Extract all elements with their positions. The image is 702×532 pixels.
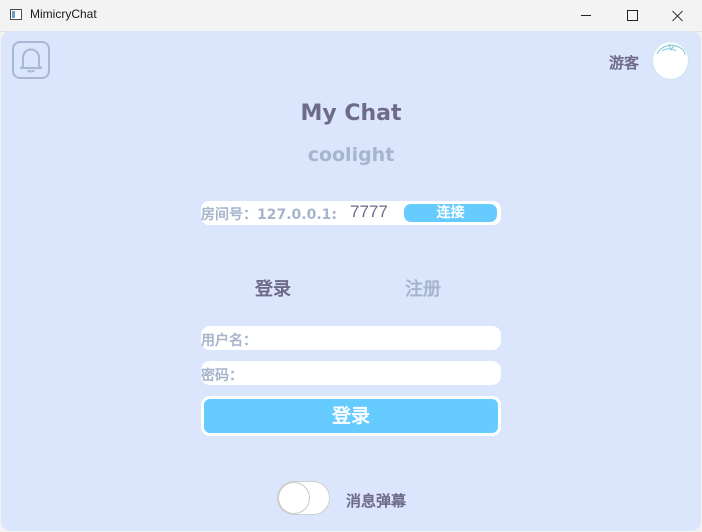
- room-port-input[interactable]: 7777: [350, 202, 388, 222]
- room-bar: 房间号：127.0.0.1: 7777 连接: [201, 201, 501, 225]
- app-window-icon: [10, 9, 22, 20]
- tab-register[interactable]: 注册: [405, 275, 441, 301]
- username-field[interactable]: 用户名：: [201, 326, 501, 350]
- connect-button[interactable]: 连接: [404, 204, 497, 222]
- close-button[interactable]: [655, 0, 701, 31]
- tab-login[interactable]: 登录: [255, 275, 291, 301]
- danmaku-toggle[interactable]: [277, 481, 330, 515]
- minimize-button[interactable]: [563, 0, 609, 31]
- notification-button[interactable]: [12, 41, 50, 79]
- toggle-knob: [278, 482, 310, 514]
- login-button[interactable]: 登录: [201, 396, 501, 436]
- password-label: 密码：: [201, 368, 243, 384]
- app-panel: 游客 My Chat coolight 房间号：127.0.0.1: 7777 …: [1, 31, 701, 531]
- minimize-icon: [581, 15, 591, 16]
- maximize-icon: [626, 10, 638, 21]
- guest-label: 游客: [609, 54, 640, 72]
- title-bar: MimicryChat: [0, 0, 702, 32]
- bell-icon: [20, 48, 42, 73]
- avatar-icon: [656, 43, 686, 56]
- window-title: MimicryChat: [30, 7, 97, 21]
- username-label: 用户名：: [201, 333, 257, 349]
- password-field[interactable]: 密码：: [201, 361, 501, 385]
- close-icon: [672, 10, 684, 22]
- room-label: 房间号：127.0.0.1:: [201, 207, 338, 223]
- app-title: My Chat: [300, 101, 402, 126]
- maximize-button[interactable]: [609, 0, 655, 31]
- danmaku-label: 消息弹幕: [346, 492, 407, 510]
- avatar[interactable]: [652, 41, 689, 80]
- app-subtitle: coolight: [307, 144, 395, 166]
